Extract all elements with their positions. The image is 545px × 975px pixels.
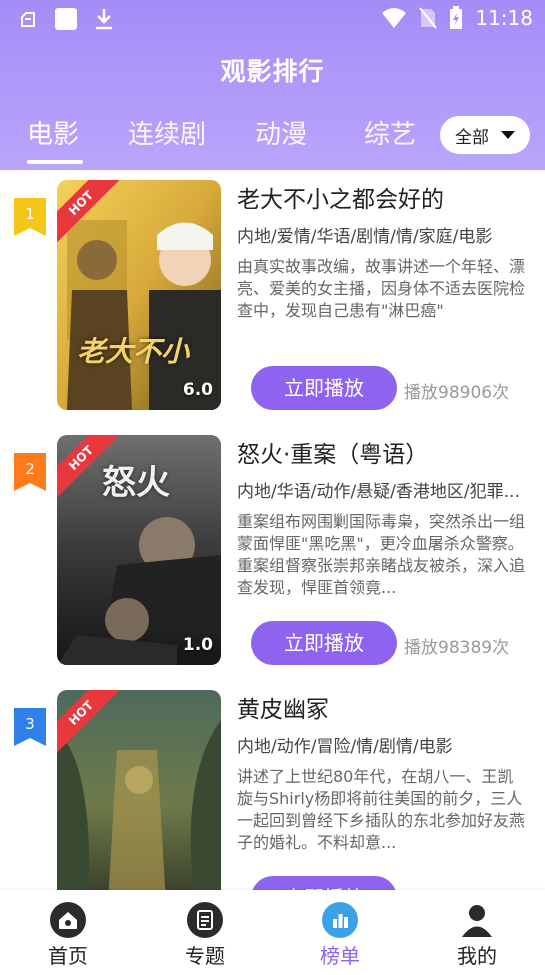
topic-icon [187,902,223,938]
nav-label-mine: 我的 [457,944,497,968]
tab-anime[interactable]: 动漫 [255,114,307,151]
bottom-nav: 首页 专题 榜单 我的 [0,890,545,975]
nav-ranking[interactable]: 榜单 [290,890,390,975]
chart-icon [322,902,358,938]
nav-topic[interactable]: 专题 [155,890,255,975]
poster-image[interactable]: HOT [57,690,221,890]
filter-dropdown-label: 全部 [455,127,489,148]
play-count: 播放98906次 [404,383,510,403]
tab-movie[interactable]: 电影 [27,114,79,151]
play-now-button[interactable]: 立即播放 [251,876,397,890]
item-title[interactable]: 黄皮幽冢 [237,690,329,724]
item-description: 重案组布网围剿国际毒枭，突然杀出一组蒙面悍匪"黑吃黑"，更冷血屠杀众警察。重案组… [237,512,526,597]
caret-down-icon [501,131,515,139]
rank-number: 1 [25,205,35,223]
poster-image[interactable]: 老大不小 HOT 6.0 [57,180,221,410]
nav-mine[interactable]: 我的 [427,890,527,975]
rank-badge: 3 [14,708,46,748]
ranking-list: 1 老大不小 HOT 6.0 老大不小之都会好的 内地/爱情/华语/剧情/情/家… [0,170,545,890]
active-tab-indicator [27,160,83,164]
play-now-button[interactable]: 立即播放 [251,366,397,410]
item-tags: 内地/爱情/华语/剧情/情/家庭/电影 [237,227,493,247]
home-icon [50,902,86,938]
rank-badge: 2 [14,453,46,493]
no-sim-icon [419,7,438,29]
tab-series[interactable]: 连续剧 [128,114,206,151]
nav-label-topic: 专题 [185,944,225,968]
rank-badge: 1 [14,198,46,238]
rating-score: 1.0 [182,635,213,655]
list-item[interactable]: 1 老大不小 HOT 6.0 老大不小之都会好的 内地/爱情/华语/剧情/情/家… [0,170,545,425]
filter-dropdown[interactable]: 全部 [440,116,530,154]
app-notification-icon [21,12,35,27]
user-icon [459,902,495,938]
poster-logo-art: 老大不小 [77,335,190,368]
rank-number: 3 [25,715,35,733]
tab-variety[interactable]: 综艺 [364,114,416,151]
wifi-icon [382,8,407,28]
header: 11:18 观影排行 电影 连续剧 动漫 综艺 全部 [0,0,545,170]
item-description: 讲述了上世纪80年代，在胡八一、王凯旋与Shirly杨即将前往美国的前夕，三人一… [237,767,526,852]
item-title[interactable]: 怒火·重案（粤语） [237,435,428,469]
rank-number: 2 [25,460,35,478]
item-title[interactable]: 老大不小之都会好的 [237,180,444,214]
poster-image[interactable]: 怒火 HOT 1.0 [57,435,221,665]
item-tags: 内地/华语/动作/悬疑/香港地区/犯罪... [237,482,520,502]
square-app-icon [55,8,77,30]
rating-score: 6.0 [182,380,213,400]
category-tabs: 电影 连续剧 动漫 综艺 全部 [0,110,545,164]
download-icon [96,9,112,30]
item-description: 由真实故事改编，故事讲述一个年轻、漂亮、爱美的女主播，因身体不适去医院检查中，发… [237,257,526,320]
list-item[interactable]: 2 怒火 HOT 1.0 怒火·重案（粤语） 内地/华语/动作/悬疑/香港地区/… [0,425,545,680]
nav-label-ranking: 榜单 [320,944,360,968]
play-now-button[interactable]: 立即播放 [251,621,397,665]
item-tags: 内地/动作/冒险/情/剧情/电影 [237,737,453,757]
list-item[interactable]: 3 HOT 黄皮幽冢 内地/动作/冒险/情/剧情/电影 讲述了上世纪80年代，在… [0,680,545,890]
poster-logo-art: 怒火 [102,463,170,503]
battery-charging-icon [450,6,463,29]
nav-label-home: 首页 [48,944,88,968]
status-time: 11:18 [475,6,533,30]
nav-home[interactable]: 首页 [18,890,118,975]
play-count: 播放98389次 [404,638,510,658]
status-bar: 11:18 [0,0,545,40]
page-title: 观影排行 [220,57,325,86]
